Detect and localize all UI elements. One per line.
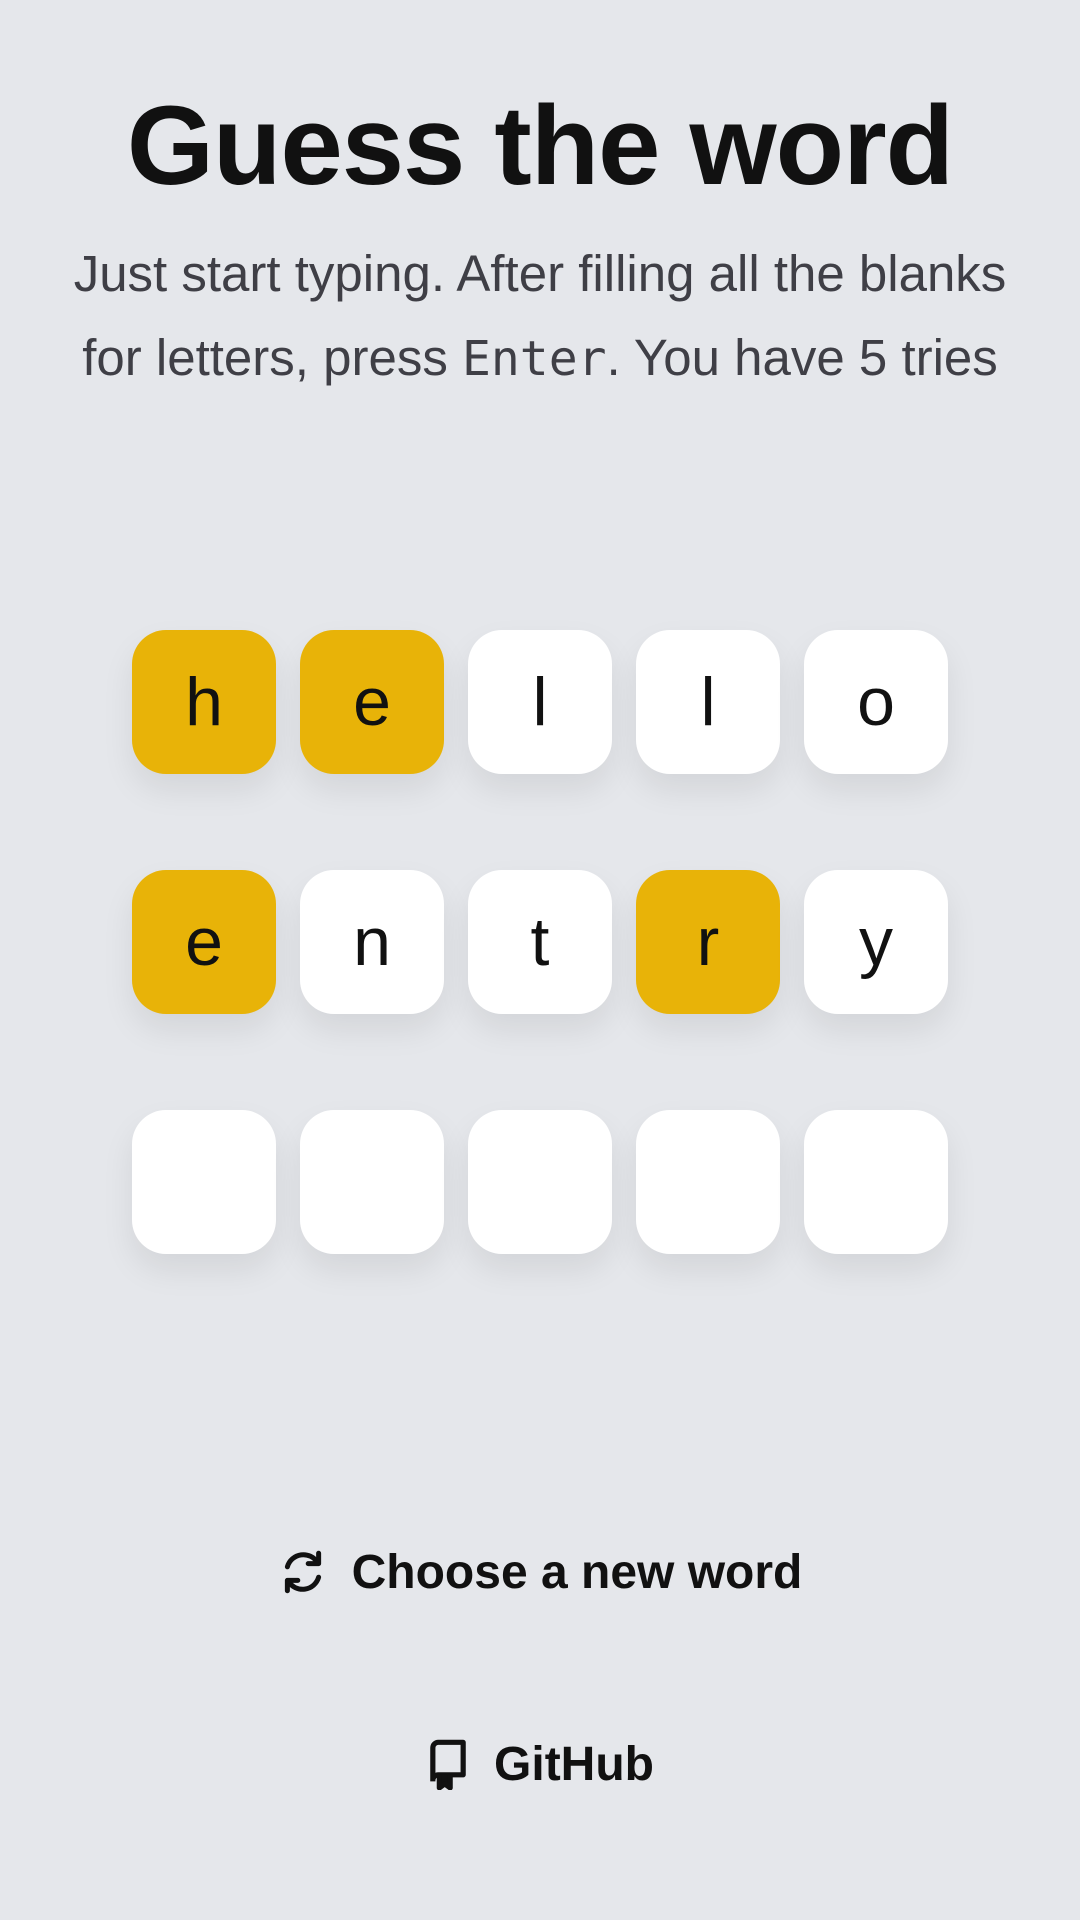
- guess-row-3: [132, 1110, 948, 1254]
- letter-tile: [132, 1110, 276, 1254]
- refresh-icon: [278, 1547, 328, 1597]
- page-title: Guess the word: [126, 83, 954, 208]
- letter-tile: y: [804, 870, 948, 1014]
- letter-tile: l: [636, 630, 780, 774]
- game-board: h e l l o e n t r y: [132, 630, 948, 1350]
- github-label: GitHub: [494, 1737, 654, 1791]
- choose-new-word-button[interactable]: Choose a new word: [0, 1540, 1080, 1604]
- instructions-text-end: . You have 5 tries: [606, 329, 998, 386]
- letter-tile: [468, 1110, 612, 1254]
- letter-tile: o: [804, 630, 948, 774]
- github-link[interactable]: GitHub: [0, 1732, 1080, 1796]
- guess-row-1: h e l l o: [132, 630, 948, 774]
- letter-tile: l: [468, 630, 612, 774]
- letter-tile: e: [132, 870, 276, 1014]
- letter-tile: [636, 1110, 780, 1254]
- letter-tile: t: [468, 870, 612, 1014]
- letter-tile: h: [132, 630, 276, 774]
- letter-tile: n: [300, 870, 444, 1014]
- letter-tile: [300, 1110, 444, 1254]
- letter-tile: [804, 1110, 948, 1254]
- guess-row-2: e n t r y: [132, 870, 948, 1014]
- repo-icon: [426, 1738, 470, 1790]
- letter-tile: e: [300, 630, 444, 774]
- instructions: Just start typing. After filling all the…: [40, 232, 1040, 401]
- enter-key-label: Enter: [462, 331, 607, 387]
- choose-new-word-label: Choose a new word: [351, 1545, 803, 1599]
- letter-tile: r: [636, 870, 780, 1014]
